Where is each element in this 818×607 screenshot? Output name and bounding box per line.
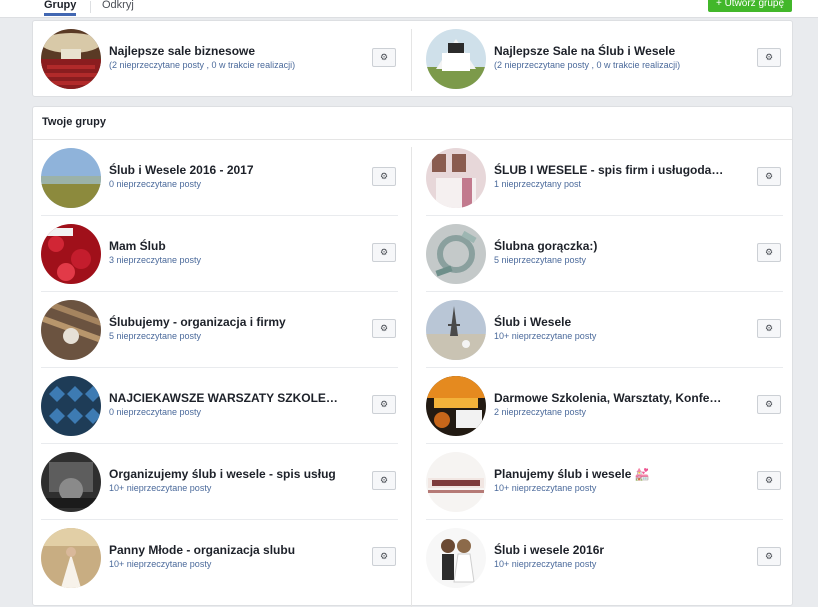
group-meta: 5 nieprzeczytane posty <box>109 331 202 341</box>
gear-icon[interactable]: ⚙ <box>372 167 396 186</box>
group-item[interactable]: Ślub i wesele 2016r 10+ nieprzeczytane p… <box>426 520 783 596</box>
group-meta: 0 nieprzeczytane posty <box>109 407 202 417</box>
group-name[interactable]: Panny Młode - organizacja slubu <box>109 543 339 557</box>
group-meta: 10+ nieprzeczytane posty <box>494 559 597 569</box>
group-name[interactable]: Ślubna gorączka:) <box>494 239 724 253</box>
group-meta: 10+ nieprzeczytane posty <box>494 483 597 493</box>
column-divider <box>411 147 412 607</box>
group-avatar[interactable] <box>426 300 486 360</box>
gear-icon[interactable]: ⚙ <box>372 48 396 67</box>
gear-icon[interactable]: ⚙ <box>372 547 396 566</box>
recommended-groups-card: Najlepsze sale biznesowe (2 nieprzeczyta… <box>32 20 793 97</box>
group-meta: 1 nieprzeczytany post <box>494 179 582 189</box>
group-meta: 10+ nieprzeczytane posty <box>109 559 212 569</box>
group-meta: 3 nieprzeczytane posty <box>109 255 202 265</box>
gear-icon[interactable]: ⚙ <box>757 243 781 262</box>
group-avatar[interactable] <box>41 528 101 588</box>
gear-icon[interactable]: ⚙ <box>757 319 781 338</box>
group-name[interactable]: NAJCIEKAWSZE WARSZATY SZKOLENIOWE <box>109 391 339 405</box>
tab-discover[interactable]: Odkryj <box>102 0 134 12</box>
group-meta: (2 nieprzeczytane posty , 0 w trakcie re… <box>109 60 296 70</box>
group-avatar[interactable] <box>426 148 486 208</box>
group-name[interactable]: Najlepsze Sale na Ślub i Wesele <box>494 44 724 58</box>
group-name[interactable]: Darmowe Szkolenia, Warsztaty, Konferencj… <box>494 391 724 405</box>
group-avatar[interactable] <box>41 452 101 512</box>
group-avatar[interactable] <box>426 452 486 512</box>
top-tab-bar: Grupy Odkryj + Utwórz grupę <box>0 0 818 18</box>
your-groups-card: Twoje grupy Ślub i Wesele 2016 - 2017 0 … <box>32 106 793 607</box>
gear-icon[interactable]: ⚙ <box>757 395 781 414</box>
group-avatar[interactable] <box>426 29 486 89</box>
group-name[interactable]: Najlepsze sale biznesowe <box>109 44 339 58</box>
tab-separator <box>90 1 91 13</box>
group-avatar[interactable] <box>41 29 101 89</box>
gear-icon[interactable]: ⚙ <box>757 547 781 566</box>
group-name[interactable]: Organizujemy ślub i wesele - spis usług <box>109 467 339 481</box>
group-item[interactable]: ŚLUB I WESELE - spis firm i usługodawców… <box>426 140 783 216</box>
group-avatar[interactable] <box>426 376 486 436</box>
tab-groups[interactable]: Grupy <box>44 0 77 16</box>
group-item[interactable]: Najlepsze sale biznesowe (2 nieprzeczyta… <box>41 21 398 97</box>
group-item[interactable]: Ślub i Wesele 2016 - 2017 0 nieprzeczyta… <box>41 140 398 216</box>
group-name[interactable]: Ślubujemy - organizacja i firmy <box>109 315 339 329</box>
create-group-button[interactable]: + Utwórz grupę <box>708 0 792 12</box>
group-name[interactable]: Ślub i wesele 2016r <box>494 543 724 557</box>
group-name[interactable]: Ślub i Wesele 2016 - 2017 <box>109 163 339 177</box>
gear-icon[interactable]: ⚙ <box>372 471 396 490</box>
group-avatar[interactable] <box>426 224 486 284</box>
group-item[interactable]: Panny Młode - organizacja slubu 10+ niep… <box>41 520 398 596</box>
group-name[interactable]: Planujemy ślub i wesele 💒 <box>494 467 724 481</box>
group-name[interactable]: ŚLUB I WESELE - spis firm i usługodawców <box>494 163 724 177</box>
gear-icon[interactable]: ⚙ <box>372 395 396 414</box>
group-item[interactable]: Planujemy ślub i wesele 💒 10+ nieprzeczy… <box>426 444 783 520</box>
group-item[interactable]: Ślubujemy - organizacja i firmy 5 nieprz… <box>41 292 398 368</box>
group-avatar[interactable] <box>41 300 101 360</box>
group-avatar[interactable] <box>426 528 486 588</box>
group-avatar[interactable] <box>41 148 101 208</box>
group-name[interactable]: Mam Ślub <box>109 239 339 253</box>
group-avatar[interactable] <box>41 376 101 436</box>
group-item[interactable]: Ślubna gorączka:) 5 nieprzeczytane posty… <box>426 216 783 292</box>
group-name[interactable]: Ślub i Wesele <box>494 315 724 329</box>
group-item[interactable]: Mam Ślub 3 nieprzeczytane posty ⚙ <box>41 216 398 292</box>
group-item[interactable]: NAJCIEKAWSZE WARSZATY SZKOLENIOWE 0 niep… <box>41 368 398 444</box>
group-avatar[interactable] <box>41 224 101 284</box>
group-meta: 10+ nieprzeczytane posty <box>109 483 212 493</box>
group-item[interactable]: Darmowe Szkolenia, Warsztaty, Konferencj… <box>426 368 783 444</box>
group-item[interactable]: Organizujemy ślub i wesele - spis usług … <box>41 444 398 520</box>
group-meta: 0 nieprzeczytane posty <box>109 179 202 189</box>
section-title: Twoje grupy <box>42 116 106 128</box>
group-meta: 2 nieprzeczytane posty <box>494 407 587 417</box>
gear-icon[interactable]: ⚙ <box>372 319 396 338</box>
group-item[interactable]: Najlepsze Sale na Ślub i Wesele (2 niepr… <box>426 21 783 97</box>
gear-icon[interactable]: ⚙ <box>757 471 781 490</box>
gear-icon[interactable]: ⚙ <box>757 48 781 67</box>
group-meta: 10+ nieprzeczytane posty <box>494 331 597 341</box>
group-meta: 5 nieprzeczytane posty <box>494 255 587 265</box>
gear-icon[interactable]: ⚙ <box>372 243 396 262</box>
group-item[interactable]: Ślub i Wesele 10+ nieprzeczytane posty ⚙ <box>426 292 783 368</box>
group-meta: (2 nieprzeczytane posty , 0 w trakcie re… <box>494 60 681 70</box>
gear-icon[interactable]: ⚙ <box>757 167 781 186</box>
column-divider <box>411 29 412 91</box>
